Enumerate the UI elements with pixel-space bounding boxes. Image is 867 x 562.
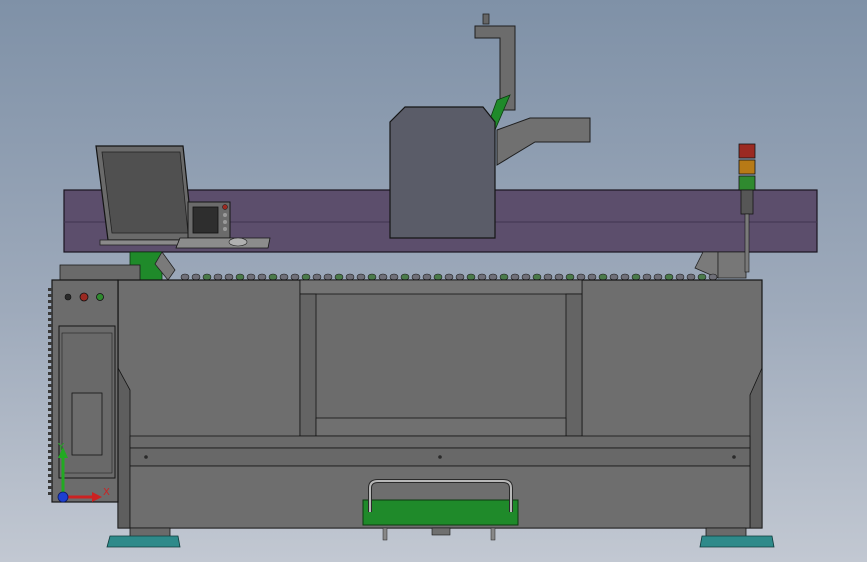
- roller: [268, 273, 278, 281]
- vent-slot: [48, 396, 52, 399]
- roller: [466, 273, 476, 281]
- roller: [653, 273, 663, 281]
- vent-slot: [48, 294, 52, 297]
- vent-slot: [48, 312, 52, 315]
- roller: [356, 273, 366, 281]
- vent-slot: [48, 348, 52, 351]
- roller: [400, 273, 410, 281]
- vent-slot: [48, 444, 52, 447]
- roller: [554, 273, 564, 281]
- vent-slot: [48, 378, 52, 381]
- roller: [499, 273, 509, 281]
- vent-slot: [48, 450, 52, 453]
- roller: [609, 273, 619, 281]
- vent-slot: [48, 426, 52, 429]
- triad-x-label: X: [103, 487, 110, 498]
- roller: [202, 273, 212, 281]
- roller: [389, 273, 399, 281]
- roller: [433, 273, 443, 281]
- electrical-cabinet: [48, 279, 119, 503]
- roller: [334, 273, 344, 281]
- roller: [455, 273, 465, 281]
- roller: [664, 273, 674, 281]
- roller: [543, 273, 553, 281]
- roller: [532, 273, 542, 281]
- roller: [323, 273, 333, 281]
- vent-slot: [48, 360, 52, 363]
- roller: [587, 273, 597, 281]
- vent-slot: [48, 480, 52, 483]
- vent-slot: [48, 468, 52, 471]
- vent-slot: [48, 492, 52, 495]
- vent-slot: [48, 300, 52, 303]
- vent-slot: [48, 474, 52, 477]
- vent-slot: [48, 408, 52, 411]
- roller: [686, 273, 696, 281]
- roller: [411, 273, 421, 281]
- vent-slot: [48, 402, 52, 405]
- roller: [213, 273, 223, 281]
- vent-slot: [48, 372, 52, 375]
- vent-slot: [48, 342, 52, 345]
- triad-y-label: Y: [58, 442, 65, 453]
- vent-slot: [48, 438, 52, 441]
- roller: [631, 273, 641, 281]
- vent-slot: [48, 288, 52, 291]
- roller: [576, 273, 586, 281]
- roller: [444, 273, 454, 281]
- machine-drawing: [48, 13, 818, 548]
- cad-viewport[interactable]: Y X: [0, 0, 867, 562]
- roller: [378, 273, 388, 281]
- roller: [642, 273, 652, 281]
- monitor: [95, 145, 196, 246]
- roller: [180, 273, 190, 281]
- roller: [279, 273, 289, 281]
- vent-slot: [48, 486, 52, 489]
- roller: [235, 273, 245, 281]
- vent-slot: [48, 336, 52, 339]
- vent-slot: [48, 306, 52, 309]
- roller: [697, 273, 707, 281]
- roller: [477, 273, 487, 281]
- print-head-carriage: [389, 106, 496, 239]
- vent-slot: [48, 330, 52, 333]
- vent-slot: [48, 462, 52, 465]
- roller-row: [180, 273, 718, 281]
- roller: [290, 273, 300, 281]
- roller: [312, 273, 322, 281]
- machine-base: [117, 279, 763, 529]
- vent-slot: [48, 384, 52, 387]
- roller: [708, 273, 718, 281]
- roller: [191, 273, 201, 281]
- vent-slot: [48, 420, 52, 423]
- roller: [301, 273, 311, 281]
- roller: [422, 273, 432, 281]
- vent-slot: [48, 366, 52, 369]
- roller: [246, 273, 256, 281]
- vent-slot: [48, 414, 52, 417]
- roller: [620, 273, 630, 281]
- vent-slot: [48, 354, 52, 357]
- roller: [675, 273, 685, 281]
- cabinet-vents: [48, 288, 52, 495]
- roller: [224, 273, 234, 281]
- roller: [257, 273, 267, 281]
- vent-slot: [48, 432, 52, 435]
- roller: [488, 273, 498, 281]
- roller: [510, 273, 520, 281]
- roller: [598, 273, 608, 281]
- roller: [565, 273, 575, 281]
- roller: [367, 273, 377, 281]
- roller: [345, 273, 355, 281]
- vent-slot: [48, 456, 52, 459]
- vent-slot: [48, 318, 52, 321]
- vent-slot: [48, 324, 52, 327]
- vent-slot: [48, 390, 52, 393]
- roller: [521, 273, 531, 281]
